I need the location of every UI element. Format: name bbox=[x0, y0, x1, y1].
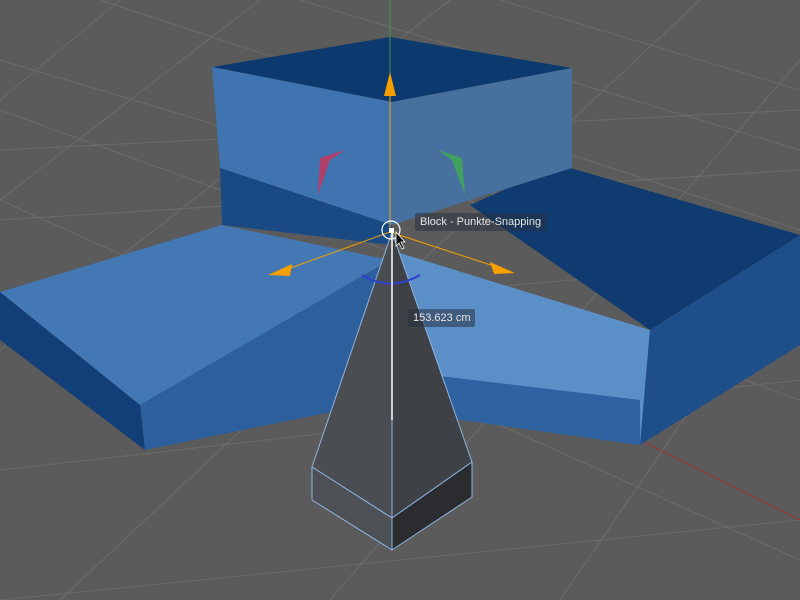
snap-tooltip: Block - Punkte-Snapping bbox=[415, 213, 547, 231]
z-axis-arrow-icon[interactable] bbox=[490, 262, 515, 274]
3d-viewport[interactable] bbox=[0, 0, 800, 600]
distance-readout: 153.623 cm bbox=[408, 309, 476, 327]
